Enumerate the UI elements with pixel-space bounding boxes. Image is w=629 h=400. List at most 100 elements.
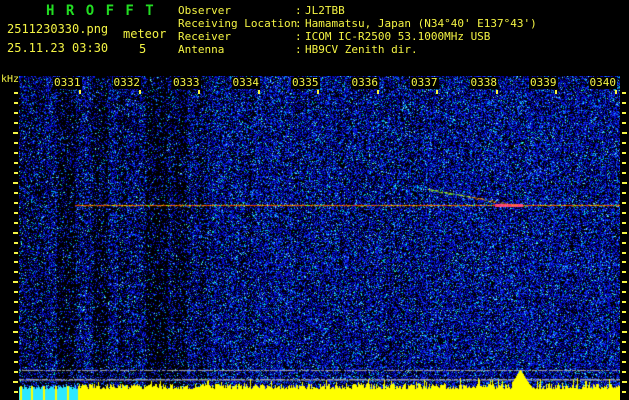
freq-tick-left <box>14 202 18 204</box>
freq-tick-left <box>14 192 18 194</box>
freq-tick-right <box>622 102 626 104</box>
freq-tick-right <box>622 222 626 224</box>
freq-tick-right <box>622 252 626 254</box>
freq-tick-right <box>622 242 626 244</box>
time-tick <box>257 90 260 94</box>
freq-tick-left <box>14 252 18 254</box>
info-label: Receiver <box>178 29 231 43</box>
freq-tick-right <box>622 341 626 343</box>
time-label: 0332 <box>112 76 141 89</box>
freq-tick-right <box>622 311 626 313</box>
info-row: Antenna: HB9CV Zenith dir. <box>178 42 537 57</box>
time-tick <box>436 90 438 94</box>
freq-tick-left <box>13 132 18 134</box>
freq-tick-left <box>14 361 18 363</box>
freq-tick-left <box>14 112 18 114</box>
meteor-count: 5 <box>139 42 147 56</box>
time-label: 0339 <box>529 76 558 89</box>
freq-tick-left <box>13 232 18 234</box>
freq-tick-left <box>14 102 18 104</box>
info-label: Receiving Location <box>178 16 298 30</box>
freq-tick-left <box>14 271 18 273</box>
time-label: 0333 <box>172 76 201 89</box>
freq-tick-left <box>14 301 18 303</box>
freq-tick-right <box>622 192 626 194</box>
freq-tick-right <box>622 281 627 283</box>
station-info: Observer: JL2TBB Receiving Location: Hamama… <box>178 4 537 57</box>
freq-tick-left <box>14 242 18 244</box>
freq-tick-right <box>622 232 627 234</box>
freq-tick-right <box>622 132 627 134</box>
freq-tick-left <box>14 341 18 343</box>
freq-tick-left <box>14 172 18 174</box>
freq-tick-left <box>14 162 18 164</box>
info-row: Receiving Location: Hamamatsu, Japan (N34… <box>178 16 537 31</box>
time-tick <box>138 90 141 94</box>
freq-tick-left <box>14 122 18 124</box>
mode-label: meteor <box>123 27 167 41</box>
freq-tick-left <box>13 331 18 333</box>
time-label: 0331 <box>53 76 82 89</box>
freq-tick-left <box>14 212 18 214</box>
time-label: 0336 <box>350 76 379 89</box>
freq-tick-left <box>14 222 18 224</box>
info-label: Observer <box>178 4 231 17</box>
freq-tick-left <box>13 182 18 184</box>
time-label: 0334 <box>231 76 260 89</box>
freq-tick-right <box>622 351 626 353</box>
info-colon: : <box>295 29 302 43</box>
freq-tick-right <box>622 112 626 114</box>
time-tick <box>376 90 379 94</box>
freq-tick-left <box>14 311 18 313</box>
freq-tick-right <box>622 212 626 214</box>
freq-tick-right <box>622 291 626 293</box>
freq-tick-left <box>14 152 18 154</box>
freq-tick-right <box>622 371 626 373</box>
freq-axis-unit: kHz <box>1 74 20 85</box>
freq-tick-right <box>622 92 626 94</box>
time-label: 0340 <box>588 76 617 89</box>
spectrogram-canvas <box>19 76 620 400</box>
info-value: ICOM IC-R2500 53.1000MHz USB <box>305 29 491 43</box>
info-colon: : <box>295 4 302 17</box>
time-tick <box>79 90 81 94</box>
freq-tick-right <box>622 182 627 184</box>
freq-tick-left <box>14 291 18 293</box>
freq-tick-left <box>14 351 18 353</box>
freq-tick-right <box>622 142 626 144</box>
datetime-label: 25.11.23 03:30 <box>7 41 109 55</box>
freq-tick-left <box>14 92 18 94</box>
freq-tick-right <box>622 172 626 174</box>
freq-tick-right <box>622 331 627 333</box>
freq-tick-right <box>622 301 626 303</box>
time-tick <box>317 90 319 94</box>
app-title: H R O F F T <box>46 3 156 19</box>
freq-tick-right <box>622 152 626 154</box>
freq-tick-right <box>622 261 626 263</box>
info-colon: : <box>295 16 302 30</box>
info-value: Hamamatsu, Japan (N34°40' E137°43') <box>305 16 537 30</box>
freq-tick-right <box>622 361 626 363</box>
freq-tick-right <box>622 202 626 204</box>
freq-tick-right <box>622 321 626 323</box>
freq-tick-left <box>13 381 18 383</box>
freq-tick-left <box>14 261 18 263</box>
freq-tick-right <box>622 271 626 273</box>
info-row: Receiver: ICOM IC-R2500 53.1000MHz USB <box>178 29 537 44</box>
freq-tick-left <box>14 321 18 323</box>
time-tick <box>495 90 498 94</box>
freq-tick-left <box>14 142 18 144</box>
filename-label: 2511230330.png <box>7 22 109 36</box>
freq-tick-left <box>13 281 18 283</box>
freq-tick-left <box>14 391 18 393</box>
time-tick <box>555 90 557 94</box>
time-tick <box>614 90 617 94</box>
hrofft-screen: H R O F F T 2511230330.png meteor 25.11.… <box>0 0 629 400</box>
freq-tick-right <box>622 162 626 164</box>
info-row: Observer: JL2TBB <box>178 4 537 18</box>
info-label: Antenna <box>178 42 225 56</box>
freq-tick-right <box>622 381 627 383</box>
time-label: 0338 <box>469 76 498 89</box>
freq-tick-right <box>622 122 626 124</box>
freq-tick-right <box>622 391 626 393</box>
